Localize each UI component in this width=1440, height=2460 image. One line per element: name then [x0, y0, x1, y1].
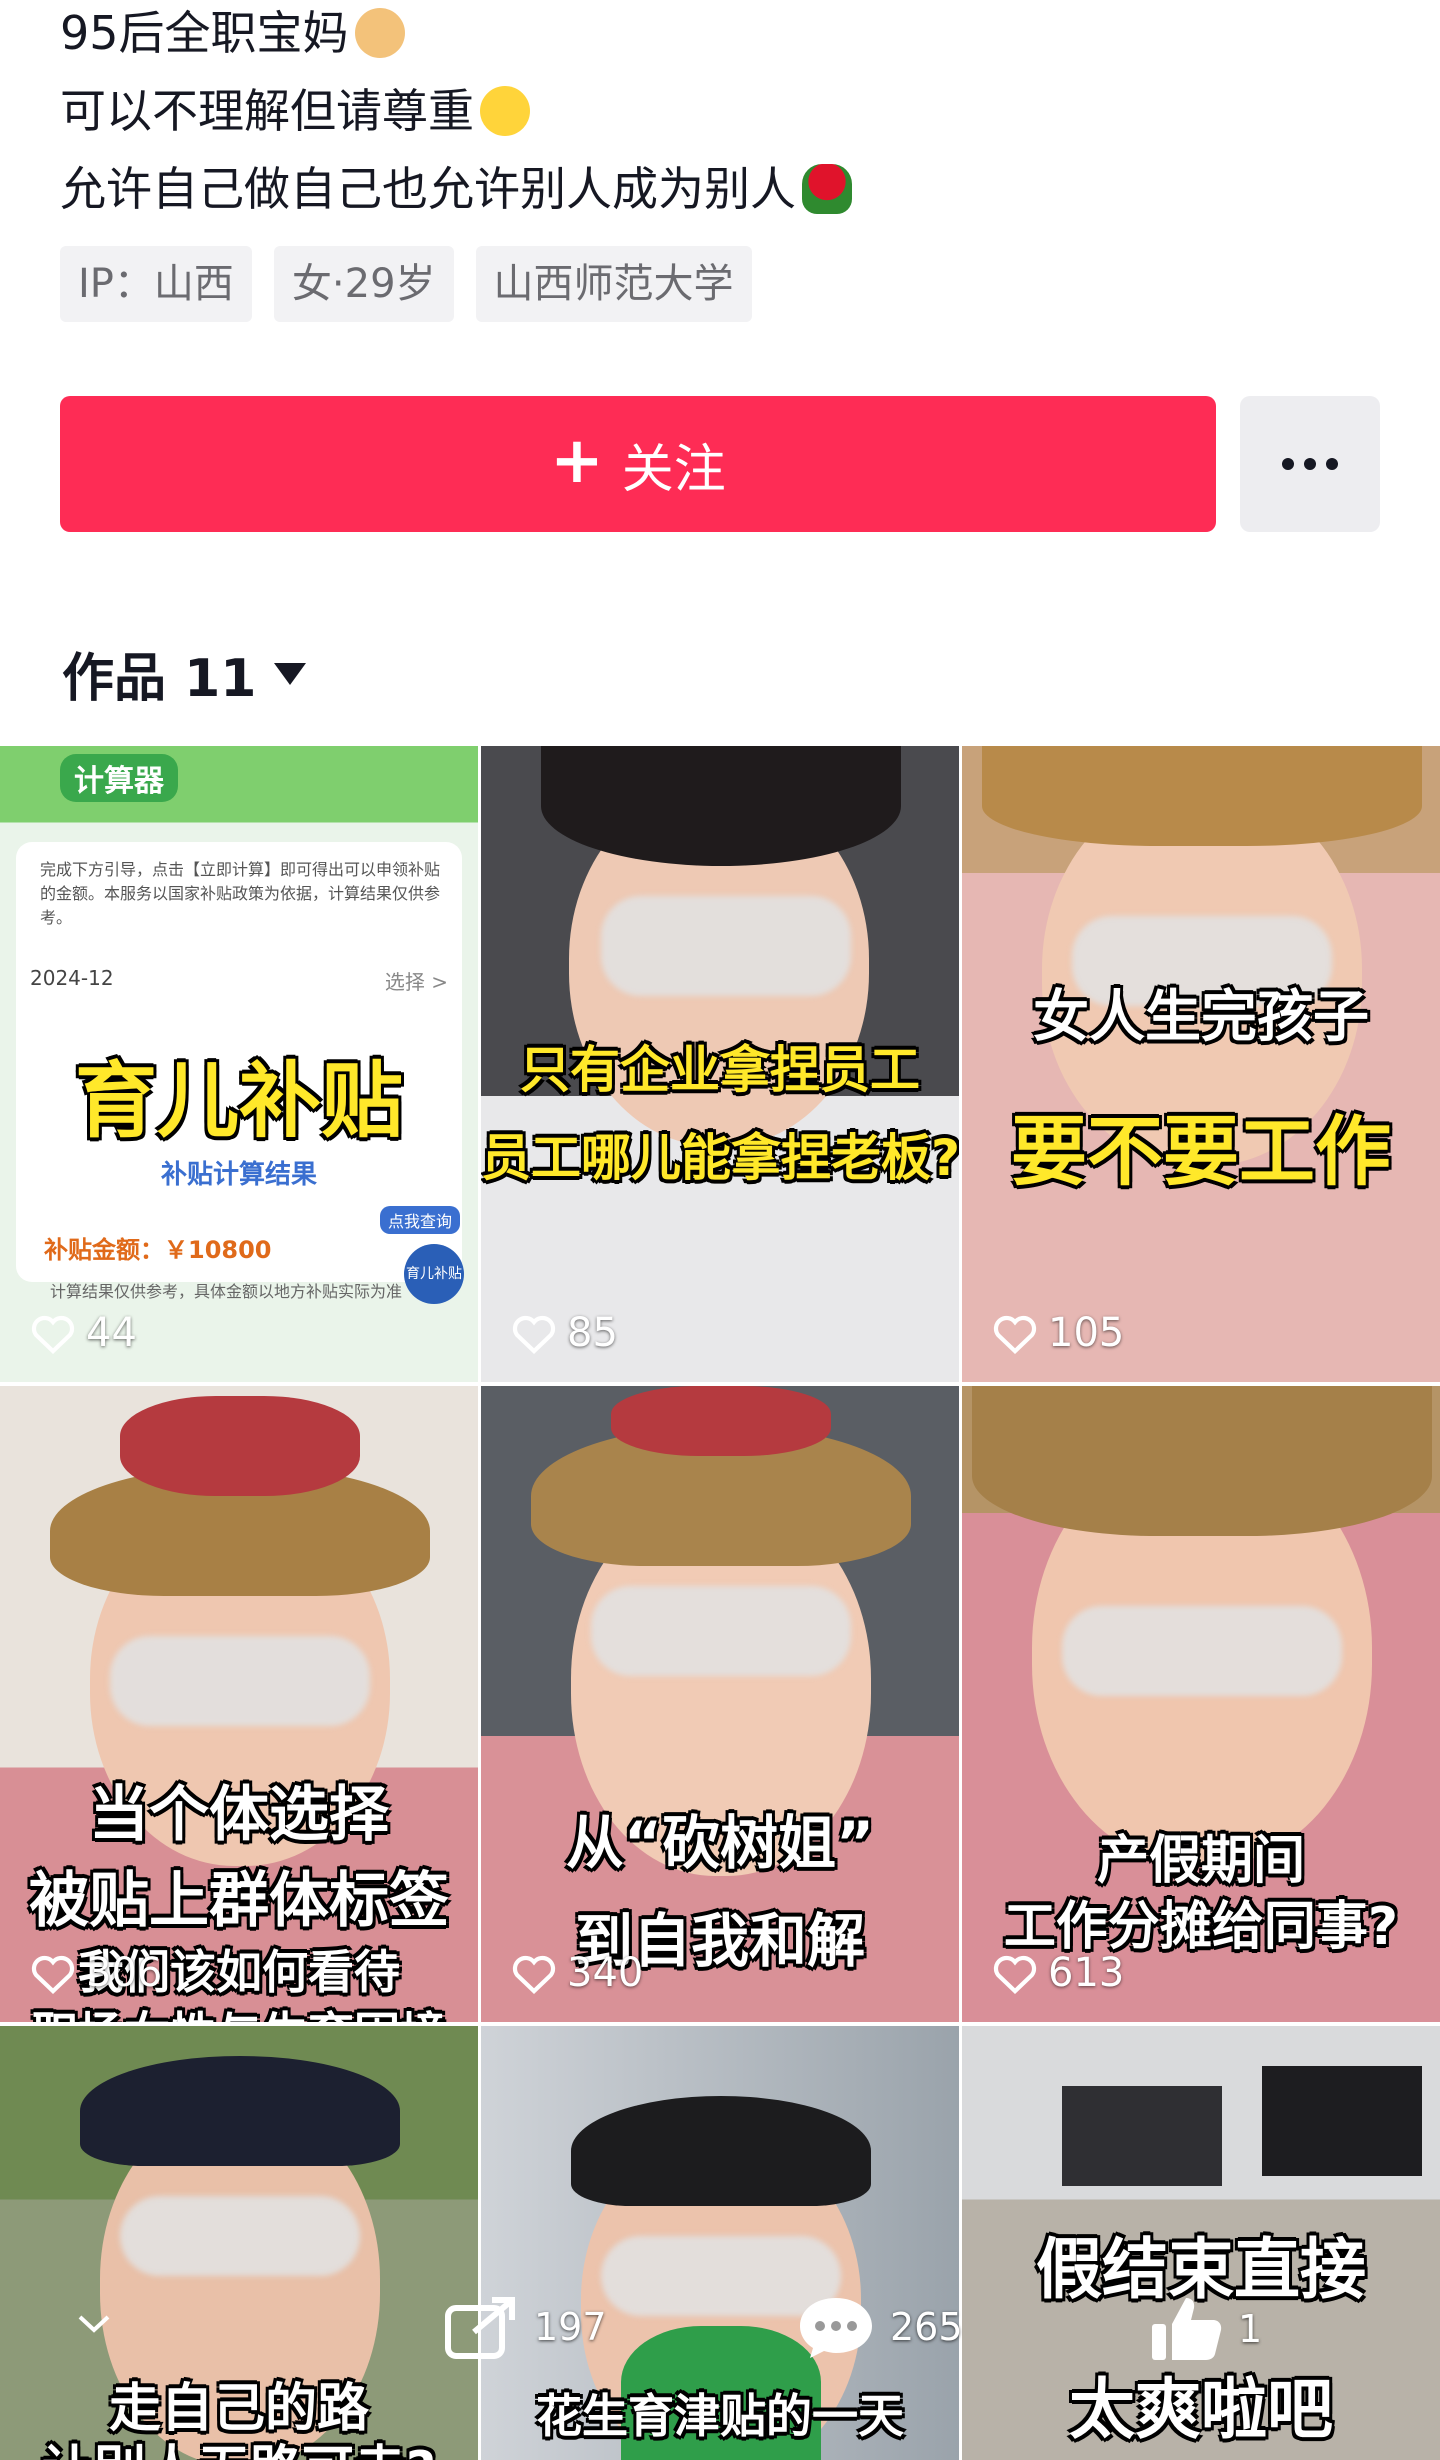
- like-count: 613: [992, 1950, 1124, 1996]
- video-thumbnail[interactable]: 产假期间 工作分摊给同事? 613: [962, 1386, 1440, 2022]
- heart-outline-icon: [993, 1315, 1037, 1354]
- heart-outline-icon: [993, 1955, 1037, 1994]
- office-desk: [1062, 2086, 1222, 2186]
- profile-tags: IP：山西 女·29岁 山西师范大学: [60, 246, 752, 322]
- video-thumbnail[interactable]: 计算器 完成下方引导，点击【立即计算】即可得出可以申领补贴的金额。本服务以国家补…: [0, 746, 478, 1382]
- blurred-eyes: [110, 1636, 370, 1726]
- bio-line-3: 允许自己做自己也允许别人成为别人: [60, 163, 852, 218]
- heart-outline-icon: [31, 1315, 75, 1354]
- works-tab[interactable]: 作品 11: [62, 636, 307, 711]
- video-thumbnail[interactable]: 当个体选择 被贴上群体标签 我们该如何看待 职场女性与生育困境 306: [0, 1386, 478, 2022]
- calculator-select: 选择 >: [384, 970, 448, 994]
- comment-count: 265: [890, 2305, 963, 2349]
- subsidy-amount: 补贴金额：￥10800: [44, 1236, 272, 1264]
- smile-emoji-icon: [480, 85, 530, 136]
- plus-icon: +: [550, 424, 604, 498]
- video-caption: 女人生完孩子: [1033, 985, 1369, 1050]
- like-count-value: 85: [567, 1310, 618, 1356]
- like-count: 85: [511, 1310, 618, 1356]
- bow: [120, 1396, 360, 1496]
- heart-outline-icon: [31, 1955, 75, 1994]
- overlay-action-bar: 197 265 1: [0, 2270, 1440, 2390]
- like-count-value: 306: [86, 1950, 163, 1996]
- headband: [982, 746, 1422, 846]
- heart-outline-icon: [512, 1955, 556, 1994]
- collapse-button[interactable]: [76, 2312, 112, 2336]
- video-caption: 从“砍树姐”: [565, 1809, 875, 1877]
- video-caption: 当个体选择: [89, 1780, 389, 1850]
- blurred-eyes: [120, 2196, 360, 2276]
- calculator-sub: 补贴计算结果: [160, 1160, 317, 1190]
- bio-text-1: 95后全职宝妈: [60, 6, 349, 60]
- office-monitor: [1262, 2066, 1422, 2176]
- calculator-intro: 完成下方引导，点击【立即计算】即可得出可以申领补贴的金额。本服务以国家补贴政策为…: [40, 860, 441, 927]
- like-button[interactable]: 1: [1148, 2294, 1262, 2364]
- bio-line-1: 95后全职宝妈: [60, 7, 405, 62]
- video-caption: 只有企业拿捏员工: [520, 1041, 920, 1099]
- subsidy-badge: 育儿补贴: [404, 1244, 464, 1304]
- grandma-emoji-icon: [354, 7, 405, 58]
- video-thumbnail[interactable]: 女人生完孩子 要不要工作 105: [962, 746, 1440, 1382]
- headband: [972, 1386, 1432, 1536]
- calculator-date: 2024-12: [30, 966, 114, 990]
- video-caption: 让别人无路可走?: [0, 2428, 478, 2460]
- works-label: 作品 11: [62, 649, 257, 709]
- video-caption: 工作分摊给同事?: [1003, 1897, 1399, 1957]
- dropdown-triangle-icon: [274, 662, 307, 685]
- like-count: 340: [511, 1950, 643, 1996]
- share-button[interactable]: 197: [444, 2294, 607, 2360]
- bio-text-3: 允许自己做自己也允许别人成为别人: [60, 162, 796, 216]
- more-dot: [1304, 458, 1316, 470]
- comment-icon: [800, 2298, 872, 2358]
- hair: [80, 2056, 400, 2166]
- blurred-eyes: [1062, 1606, 1342, 1696]
- thumbs-up-icon: [1152, 2298, 1222, 2360]
- video-thumbnail[interactable]: 假结束直接 太爽啦吧: [962, 2026, 1440, 2460]
- hair: [571, 2096, 871, 2206]
- hair: [541, 746, 901, 866]
- video-grid: 计算器 完成下方引导，点击【立即计算】即可得出可以申领补贴的金额。本服务以国家补…: [0, 746, 1440, 2460]
- more-dot: [1326, 458, 1338, 470]
- heart-outline-icon: [512, 1315, 556, 1354]
- bio-line-2: 可以不理解但请尊重: [60, 85, 530, 140]
- video-caption: 职场女性与生育困境: [0, 1998, 478, 2022]
- like-count: 105: [992, 1310, 1124, 1356]
- chevron-down-icon: [78, 2315, 110, 2333]
- more-button[interactable]: [1240, 396, 1380, 532]
- video-thumbnail[interactable]: 从“砍树姐” 到自我和解 340: [481, 1386, 959, 2022]
- like-count: 306: [30, 1950, 162, 1996]
- video-caption: 育儿补贴: [74, 1054, 403, 1149]
- more-dot: [1282, 458, 1294, 470]
- video-caption: 员工哪儿能拿捏老板?: [481, 1129, 959, 1187]
- rose-emoji-icon: [802, 163, 852, 214]
- follow-button[interactable]: + 关注: [60, 396, 1216, 532]
- video-thumbnail[interactable]: 花生育津贴的一天: [481, 2026, 959, 2460]
- query-cta: 点我查询: [380, 1206, 461, 1234]
- bow: [611, 1386, 831, 1456]
- calculator-note: 计算结果仅供参考，具体金额以地方补贴实际为准: [50, 1282, 403, 1301]
- video-caption: 要不要工作: [1011, 1107, 1391, 1196]
- like-count: 44: [30, 1310, 137, 1356]
- share-icon: [445, 2297, 515, 2359]
- share-count: 197: [534, 2305, 607, 2349]
- like-count-value: 613: [1048, 1950, 1125, 1996]
- like-count-value: 340: [567, 1950, 644, 1996]
- comment-button[interactable]: 265: [796, 2294, 963, 2360]
- tag-gender-age: 女·29岁: [273, 246, 454, 322]
- video-thumbnail[interactable]: 只有企业拿捏员工 员工哪儿能拿捏老板? 85: [481, 746, 959, 1382]
- bio-text-2: 可以不理解但请尊重: [60, 84, 474, 138]
- calculator-label: 计算器: [60, 754, 178, 802]
- blurred-eyes: [601, 896, 851, 996]
- blurred-eyes: [591, 1586, 851, 1676]
- video-caption: 产假期间: [1096, 1831, 1305, 1891]
- video-caption: 被贴上群体标签: [29, 1866, 449, 1936]
- like-count-value: 105: [1048, 1310, 1125, 1356]
- tag-school[interactable]: 山西师范大学: [475, 246, 752, 322]
- like-count: 1: [1238, 2307, 1263, 2351]
- tag-ip: IP：山西: [60, 246, 252, 322]
- follow-label: 关注: [621, 439, 726, 500]
- video-thumbnail[interactable]: 走自己的路 让别人无路可走?: [0, 2026, 478, 2460]
- like-count-value: 44: [86, 1310, 137, 1356]
